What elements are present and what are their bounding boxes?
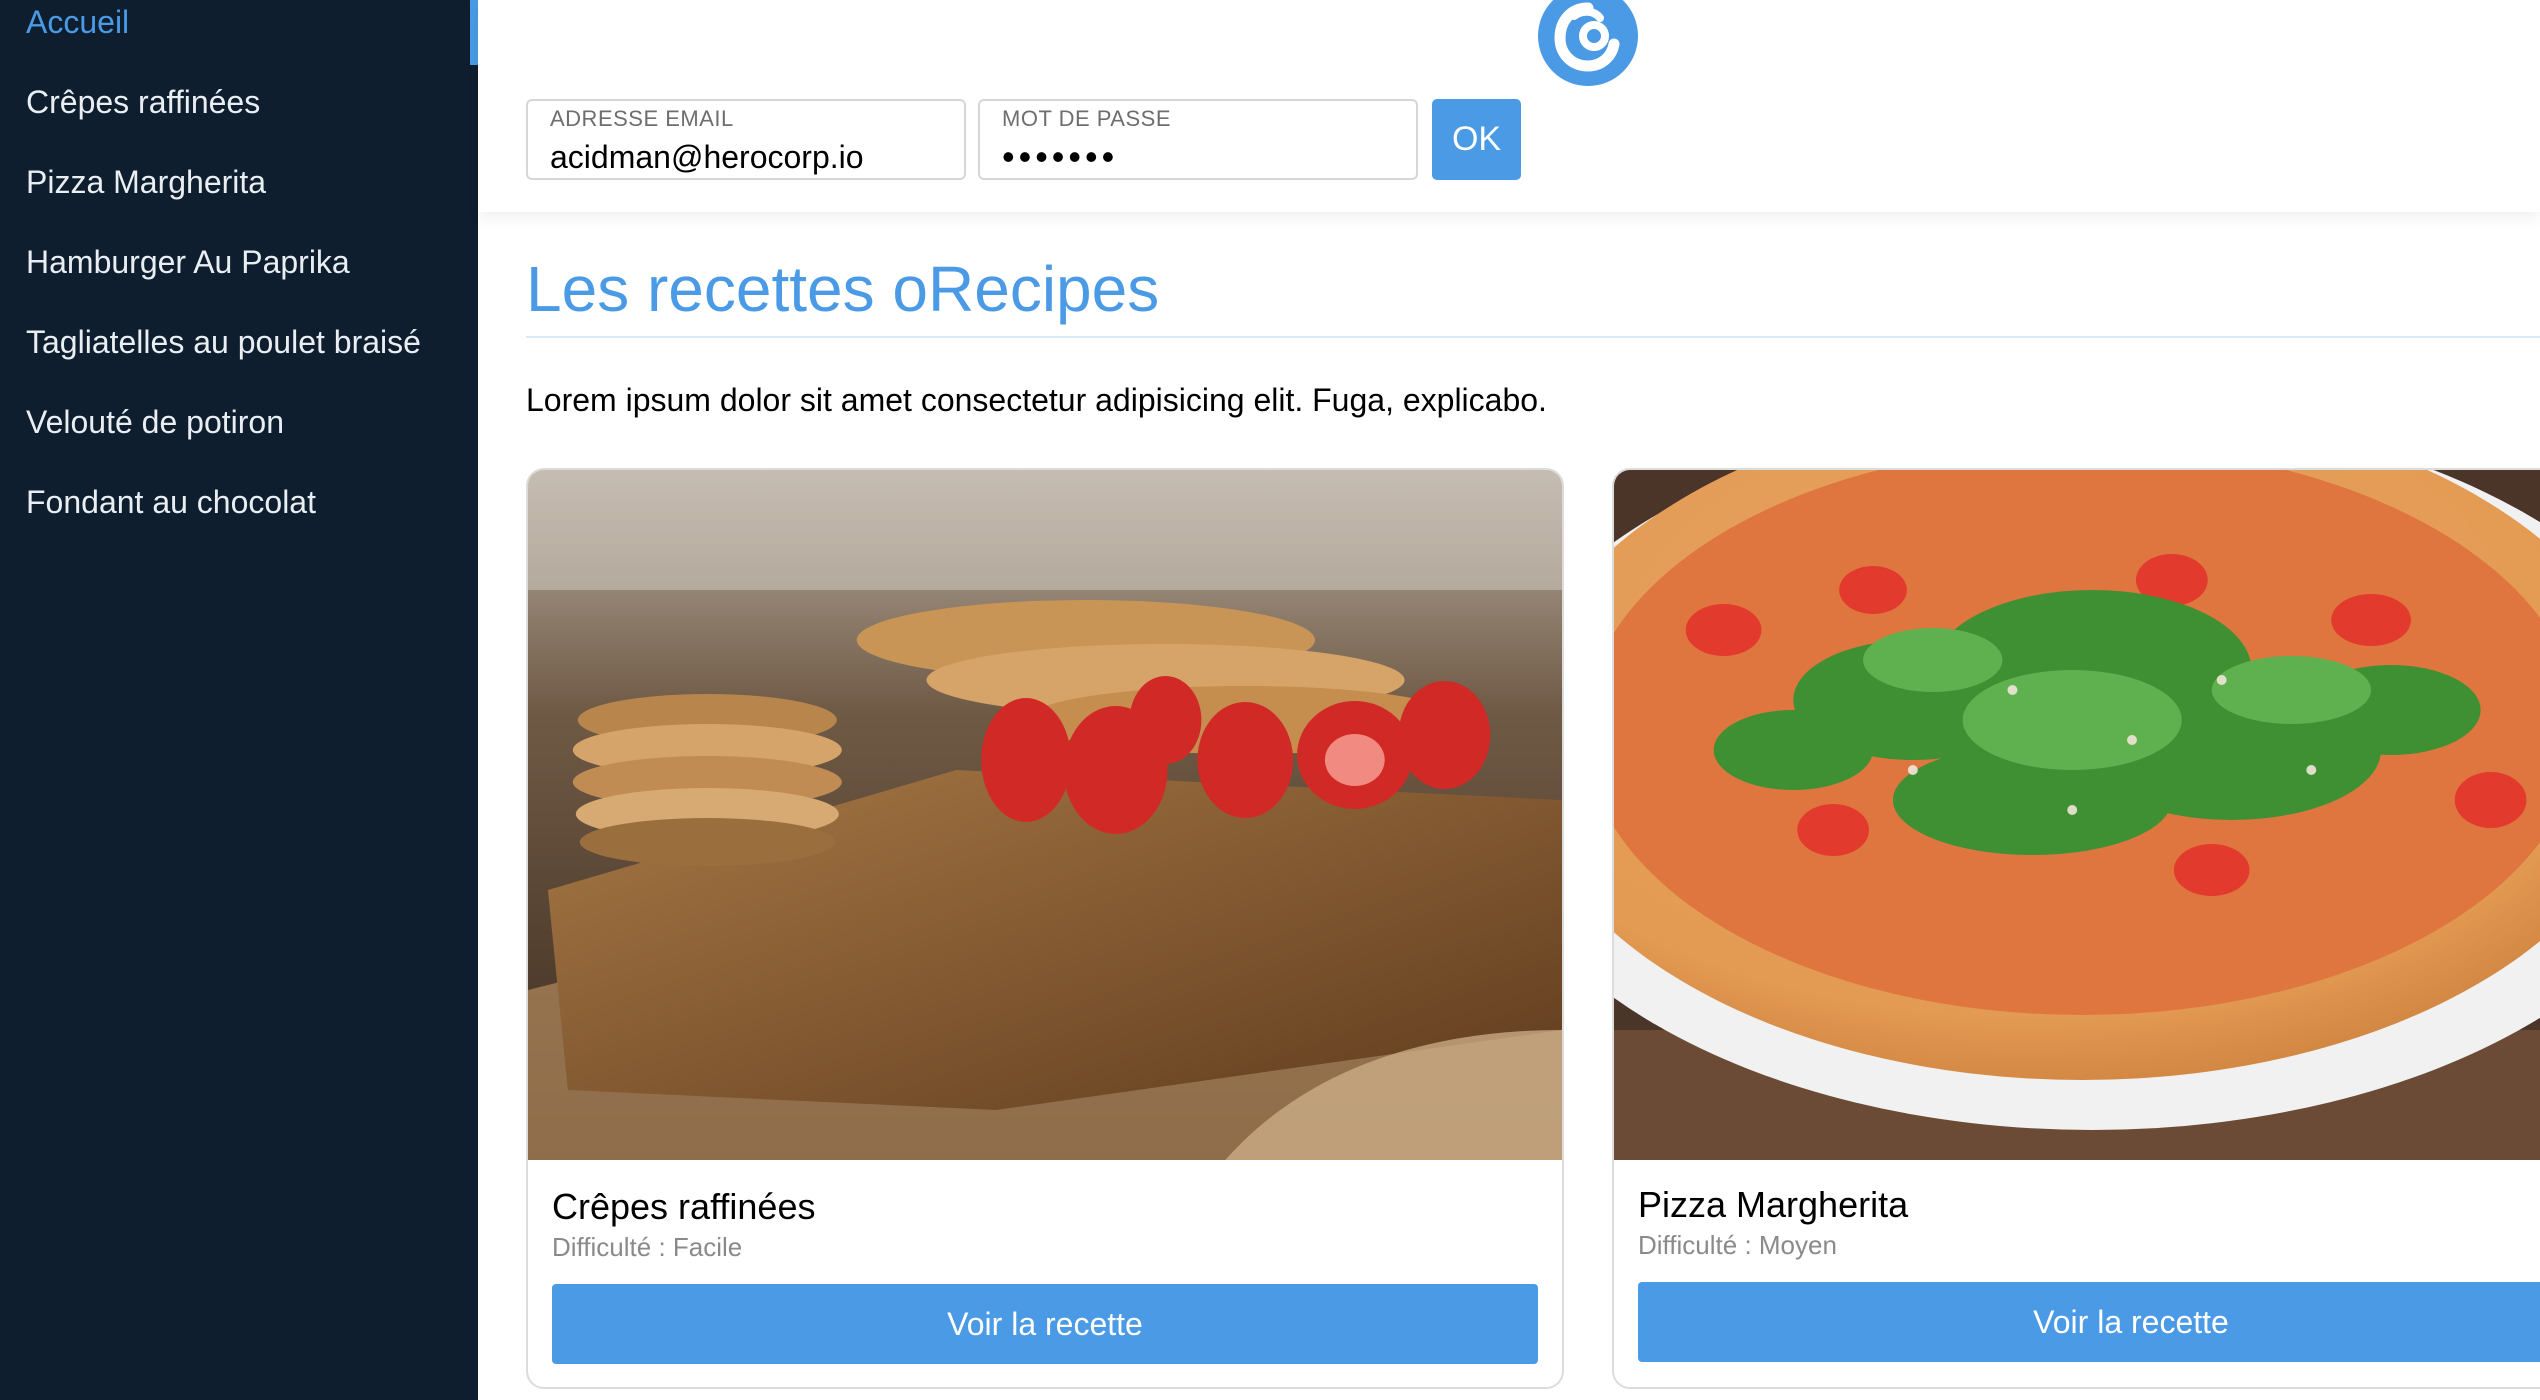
recipe-card: Crêpes raffinées Difficulté : Facile Voi… xyxy=(526,468,1564,1389)
recipe-image-crepes xyxy=(528,470,1562,1160)
card-title: Crêpes raffinées xyxy=(552,1186,816,1227)
password-input[interactable] xyxy=(1002,139,1382,175)
sidebar-item-veloute-de-potiron[interactable]: Velouté de potiron xyxy=(26,402,284,442)
card-difficulty: Difficulté : Moyen xyxy=(1638,1230,1837,1260)
sidebar-item-crepes-raffinees[interactable]: Crêpes raffinées xyxy=(26,82,260,122)
sidebar-item-fondant-au-chocolat[interactable]: Fondant au chocolat xyxy=(26,482,316,522)
email-input[interactable] xyxy=(550,139,930,175)
password-label: MOT DE PASSE xyxy=(1002,106,1172,131)
card-difficulty: Difficulté : Facile xyxy=(552,1232,743,1262)
sidebar-item-pizza-margherita[interactable]: Pizza Margherita xyxy=(26,162,266,202)
card-title: Pizza Margherita xyxy=(1638,1184,1909,1225)
password-field: MOT DE PASSE xyxy=(978,99,1418,180)
title-divider xyxy=(526,336,2540,338)
email-field: ADRESSE EMAIL xyxy=(526,99,966,180)
sidebar-item-tagliatelles[interactable]: Tagliatelles au poulet braisé xyxy=(26,322,421,362)
view-recipe-button[interactable]: Voir la recette xyxy=(1638,1282,2540,1362)
ok-button[interactable]: OK xyxy=(1432,99,1521,180)
sidebar: Accueil Crêpes raffinées Pizza Margherit… xyxy=(0,0,478,1400)
orecipes-logo-icon[interactable] xyxy=(1536,0,1640,86)
active-indicator xyxy=(470,0,478,65)
page-title: Les recettes oRecipes xyxy=(526,253,1160,325)
sidebar-item-accueil[interactable]: Accueil xyxy=(26,2,129,42)
recipe-card: Pizza Margherita Difficulté : Moyen Voir… xyxy=(1612,468,2540,1389)
header: ADRESSE EMAIL MOT DE PASSE OK xyxy=(478,0,2540,212)
sidebar-item-hamburger-au-paprika[interactable]: Hamburger Au Paprika xyxy=(26,242,350,282)
recipe-image-pizza xyxy=(1614,470,2540,1160)
intro-text: Lorem ipsum dolor sit amet consectetur a… xyxy=(526,382,1547,418)
main-content: ADRESSE EMAIL MOT DE PASSE OK Les recett… xyxy=(478,0,2540,1400)
view-recipe-button[interactable]: Voir la recette xyxy=(552,1284,1538,1364)
email-label: ADRESSE EMAIL xyxy=(550,106,734,131)
